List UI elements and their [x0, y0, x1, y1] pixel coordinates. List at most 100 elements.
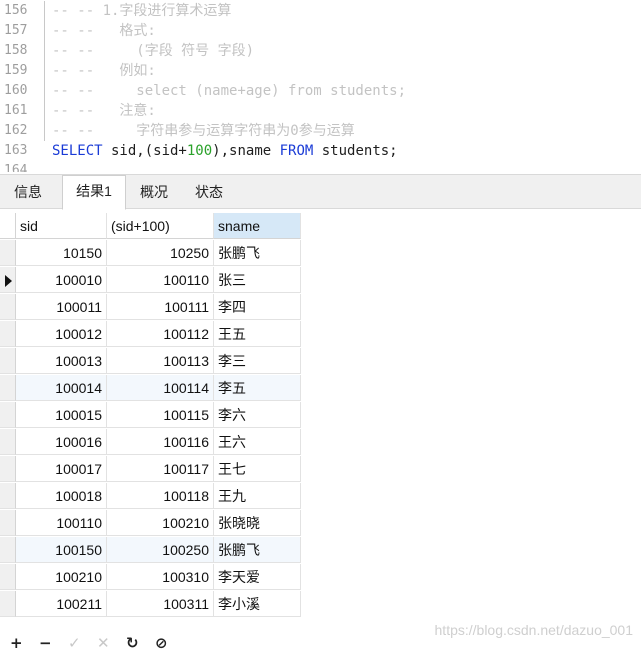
- table-row[interactable]: 100014 100114 李五: [0, 375, 302, 402]
- editor-line[interactable]: 158 -- -- (字段 符号 字段): [0, 41, 641, 61]
- editor-line[interactable]: 157 -- -- 格式:: [0, 21, 641, 41]
- watermark: https://blog.csdn.net/dazuo_001: [434, 622, 633, 638]
- cell-sid-plus-100[interactable]: 100117: [107, 456, 214, 482]
- cell-sid[interactable]: 100011: [16, 294, 107, 320]
- table-row[interactable]: 100011 100111 李四: [0, 294, 302, 321]
- cell-sid[interactable]: 100211: [16, 591, 107, 617]
- row-indicator[interactable]: [0, 294, 16, 320]
- row-indicator[interactable]: [0, 321, 16, 347]
- cell-sid-plus-100[interactable]: 100112: [107, 321, 214, 347]
- cell-sid-plus-100[interactable]: 100110: [107, 267, 214, 293]
- tab-info[interactable]: 信息: [2, 178, 54, 207]
- code-text: -- -- 字符串参与运算字符串为0参与运算: [52, 121, 355, 141]
- table-row[interactable]: 100210 100310 李天爱: [0, 564, 302, 591]
- cell-sid[interactable]: 100012: [16, 321, 107, 347]
- code-token: SELECT: [52, 143, 103, 159]
- cell-sname[interactable]: 张鹏飞: [214, 240, 301, 266]
- cell-sname[interactable]: 张三: [214, 267, 301, 293]
- table-row[interactable]: 100150 100250 张鹏飞: [0, 537, 302, 564]
- cell-sid[interactable]: 100016: [16, 429, 107, 455]
- add-icon[interactable]: +: [10, 636, 23, 651]
- cell-sid-plus-100[interactable]: 100111: [107, 294, 214, 320]
- cell-sid[interactable]: 100017: [16, 456, 107, 482]
- code-token: -- -- 1.字段进行算术运算: [52, 3, 232, 19]
- cell-sid[interactable]: 100013: [16, 348, 107, 374]
- tab-status[interactable]: 状态: [184, 178, 234, 207]
- row-indicator[interactable]: [0, 456, 16, 482]
- table-row[interactable]: 100016 100116 王六: [0, 429, 302, 456]
- tab-overview[interactable]: 概况: [126, 178, 182, 207]
- cell-sname[interactable]: 王五: [214, 321, 301, 347]
- column-header-sid[interactable]: sid: [16, 213, 107, 239]
- cell-sid[interactable]: 100018: [16, 483, 107, 509]
- cell-sname[interactable]: 王六: [214, 429, 301, 455]
- line-number: 164: [4, 163, 28, 172]
- cell-sid-plus-100[interactable]: 100115: [107, 402, 214, 428]
- apply-icon[interactable]: ✓: [68, 636, 81, 651]
- tab-result-1[interactable]: 结果1: [62, 175, 126, 210]
- editor-line[interactable]: 160 -- -- select (name+age) from students…: [0, 81, 641, 101]
- fold-guide: [44, 21, 45, 41]
- row-indicator[interactable]: [0, 483, 16, 509]
- code-token: students;: [313, 143, 398, 159]
- cell-sname[interactable]: 张晓晓: [214, 510, 301, 536]
- cell-sid[interactable]: 10150: [16, 240, 107, 266]
- row-indicator[interactable]: [0, 402, 16, 428]
- cell-sname[interactable]: 李天爱: [214, 564, 301, 590]
- cell-sname[interactable]: 李四: [214, 294, 301, 320]
- discard-icon[interactable]: ✕: [97, 636, 110, 651]
- editor-line[interactable]: 164: [0, 161, 641, 172]
- table-row[interactable]: 100015 100115 李六: [0, 402, 302, 429]
- cell-sid[interactable]: 100014: [16, 375, 107, 401]
- row-indicator[interactable]: [0, 348, 16, 374]
- cell-sid[interactable]: 100015: [16, 402, 107, 428]
- table-row[interactable]: 100018 100118 王九: [0, 483, 302, 510]
- cell-sid-plus-100[interactable]: 100311: [107, 591, 214, 617]
- cell-sid-plus-100[interactable]: 100250: [107, 537, 214, 563]
- cell-sname[interactable]: 王七: [214, 456, 301, 482]
- cell-sid-plus-100[interactable]: 100114: [107, 375, 214, 401]
- cell-sid-plus-100[interactable]: 10250: [107, 240, 214, 266]
- row-indicator[interactable]: [0, 375, 16, 401]
- editor-line[interactable]: 159 -- -- 例如:: [0, 61, 641, 81]
- table-row[interactable]: 100017 100117 王七: [0, 456, 302, 483]
- cell-sname[interactable]: 李五: [214, 375, 301, 401]
- editor-line[interactable]: 162 -- -- 字符串参与运算字符串为0参与运算: [0, 121, 641, 141]
- cell-sname[interactable]: 李小溪: [214, 591, 301, 617]
- table-row[interactable]: 100013 100113 李三: [0, 348, 302, 375]
- table-row[interactable]: 100012 100112 王五: [0, 321, 302, 348]
- column-header-sname[interactable]: sname: [214, 213, 301, 239]
- cell-sname[interactable]: 王九: [214, 483, 301, 509]
- editor-line[interactable]: 156 -- -- 1.字段进行算术运算: [0, 1, 641, 21]
- row-indicator[interactable]: [0, 429, 16, 455]
- row-indicator[interactable]: [0, 564, 16, 590]
- refresh-icon[interactable]: ↻: [126, 636, 139, 651]
- row-indicator[interactable]: [0, 537, 16, 563]
- cell-sid[interactable]: 100150: [16, 537, 107, 563]
- stop-icon[interactable]: ⊘: [155, 636, 168, 651]
- table-row[interactable]: 100110 100210 张晓晓: [0, 510, 302, 537]
- table-row[interactable]: 10150 10250 张鹏飞: [0, 240, 302, 267]
- row-indicator[interactable]: [0, 510, 16, 536]
- cell-sid-plus-100[interactable]: 100113: [107, 348, 214, 374]
- cell-sname[interactable]: 李三: [214, 348, 301, 374]
- cell-sid[interactable]: 100010: [16, 267, 107, 293]
- table-row[interactable]: 100010 100110 张三: [0, 267, 302, 294]
- sql-editor[interactable]: 156 -- -- 1.字段进行算术运算 157 -- -- 格式: 158 -- -- …: [0, 0, 641, 172]
- cell-sid[interactable]: 100110: [16, 510, 107, 536]
- row-indicator[interactable]: [0, 591, 16, 617]
- column-header-sid-plus-100[interactable]: (sid+100): [107, 213, 214, 239]
- cell-sid-plus-100[interactable]: 100118: [107, 483, 214, 509]
- cell-sname[interactable]: 张鹏飞: [214, 537, 301, 563]
- cell-sid-plus-100[interactable]: 100116: [107, 429, 214, 455]
- row-indicator[interactable]: [0, 267, 16, 293]
- cell-sid-plus-100[interactable]: 100210: [107, 510, 214, 536]
- table-row[interactable]: 100211 100311 李小溪: [0, 591, 302, 618]
- editor-line[interactable]: 163 SELECT sid,(sid+100),sname FROM stude…: [0, 141, 641, 161]
- cell-sname[interactable]: 李六: [214, 402, 301, 428]
- remove-icon[interactable]: −: [39, 636, 52, 651]
- cell-sid-plus-100[interactable]: 100310: [107, 564, 214, 590]
- editor-line[interactable]: 161 -- -- 注意:: [0, 101, 641, 121]
- cell-sid[interactable]: 100210: [16, 564, 107, 590]
- row-indicator[interactable]: [0, 240, 16, 266]
